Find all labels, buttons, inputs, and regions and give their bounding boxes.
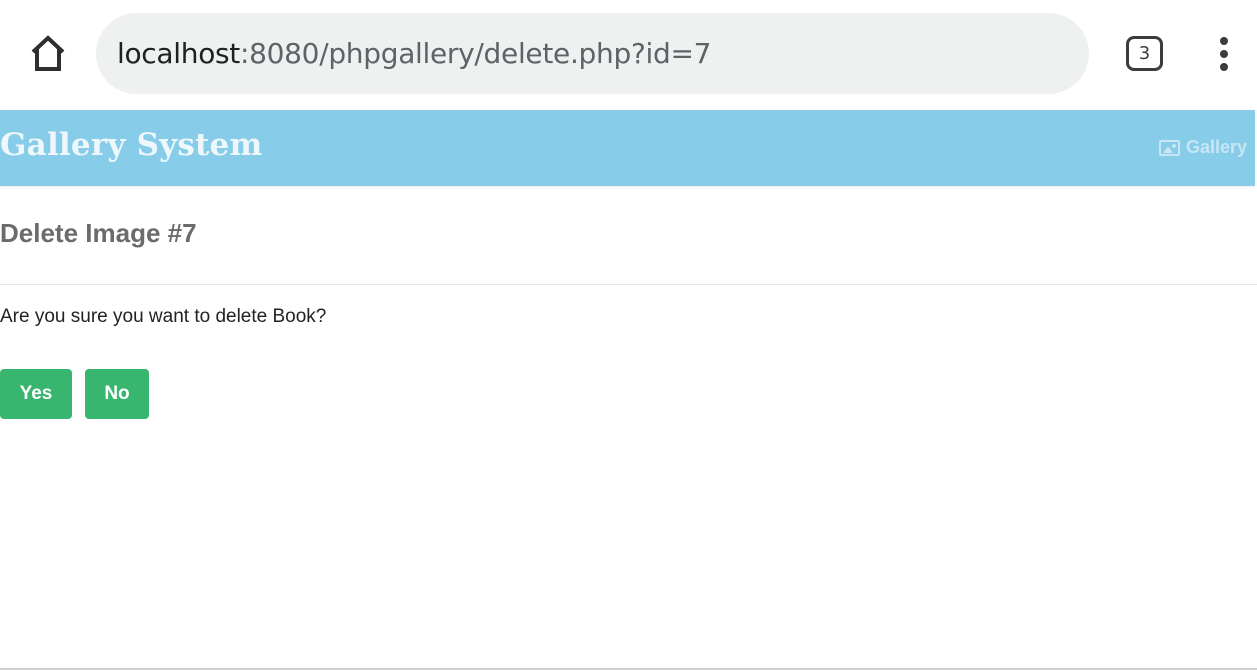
- nav-link-gallery[interactable]: Gallery: [1158, 137, 1247, 158]
- more-vert-icon[interactable]: [1210, 34, 1238, 74]
- menu-dot: [1220, 37, 1228, 45]
- confirm-message: Are you sure you want to delete Book?: [0, 306, 327, 327]
- menu-dot: [1220, 63, 1228, 71]
- image-icon: [1158, 139, 1180, 156]
- nav-link-gallery-label: Gallery: [1185, 137, 1247, 157]
- tab-count: 3: [1138, 43, 1151, 64]
- home-icon: [31, 35, 65, 71]
- url-path: :8080/phpgallery/delete.php?id=7: [240, 37, 712, 70]
- menu-dot: [1220, 50, 1228, 58]
- home-button[interactable]: [26, 32, 70, 74]
- page-title: Delete Image #7: [0, 218, 197, 248]
- tab-switcher-button[interactable]: 3: [1126, 36, 1163, 71]
- address-bar[interactable]: localhost:8080/phpgallery/delete.php?id=…: [96, 13, 1089, 94]
- divider: [0, 284, 1257, 285]
- no-button[interactable]: No: [85, 369, 149, 419]
- yes-button[interactable]: Yes: [0, 369, 72, 419]
- site-navbar: Gallery System Gallery: [0, 110, 1255, 186]
- site-brand[interactable]: Gallery System: [0, 127, 262, 163]
- url-host: localhost: [117, 37, 240, 70]
- browser-toolbar: localhost:8080/phpgallery/delete.php?id=…: [0, 0, 1257, 110]
